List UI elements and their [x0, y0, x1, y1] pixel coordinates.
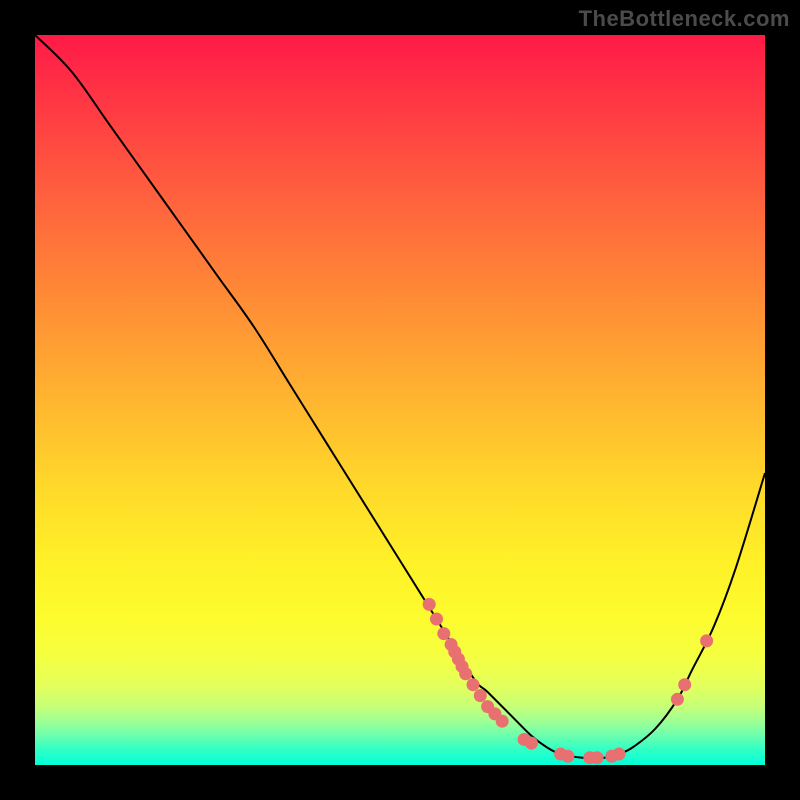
data-marker [671, 693, 684, 706]
data-marker [423, 598, 436, 611]
plot-area [35, 35, 765, 765]
chart-container: TheBottleneck.com [0, 0, 800, 800]
data-marker [678, 678, 691, 691]
data-marker [561, 750, 574, 763]
watermark-text: TheBottleneck.com [579, 6, 790, 32]
data-marker [525, 737, 538, 750]
data-marker [700, 634, 713, 647]
markers-group [423, 598, 713, 764]
curve-line [35, 35, 765, 758]
data-marker [474, 689, 487, 702]
data-marker [459, 667, 472, 680]
chart-svg [35, 35, 765, 765]
data-marker [437, 627, 450, 640]
data-marker [467, 678, 480, 691]
data-marker [496, 715, 509, 728]
data-marker [430, 613, 443, 626]
data-marker [613, 748, 626, 761]
data-marker [591, 751, 604, 764]
